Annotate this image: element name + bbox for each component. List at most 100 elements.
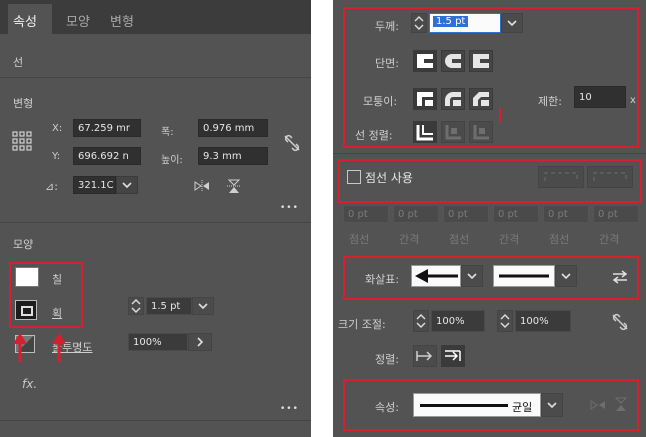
limit-field[interactable]: 10 [574, 86, 626, 108]
preserve-dash-button[interactable] [538, 166, 584, 188]
constrain-proportions-icon[interactable] [283, 134, 301, 152]
reference-point-icon[interactable] [12, 131, 32, 151]
weight-dropdown[interactable] [501, 13, 523, 33]
weight-value: 1.5 pt [433, 16, 469, 27]
stepper-icon [131, 299, 141, 313]
dash-field-3[interactable]: 0 pt [543, 205, 589, 223]
dash-align-icon [593, 172, 627, 181]
align-inside-button[interactable] [441, 121, 465, 143]
gap-caption-3: 간격 [599, 233, 620, 246]
dashed-line-checkbox[interactable] [347, 170, 361, 184]
stroke-weight-field[interactable]: 1.5 pt [146, 297, 192, 315]
round-join-button[interactable] [441, 88, 465, 110]
gap-field-1[interactable]: 0 pt [393, 205, 439, 223]
chevron-down-icon [198, 303, 208, 310]
angle-dropdown[interactable] [116, 176, 138, 194]
arrow-tip-place-icon [445, 350, 461, 361]
height-field[interactable]: 9.3 mm [198, 147, 268, 165]
dash-field-1[interactable]: 0 pt [343, 205, 389, 223]
start-scale-stepper[interactable] [413, 310, 429, 332]
end-scale-stepper[interactable] [497, 310, 513, 332]
gap-field-3[interactable]: 0 pt [593, 205, 639, 223]
chevron-down-icon [561, 273, 571, 280]
limit-suffix: x [630, 95, 636, 106]
stroke-weight-stepper[interactable] [128, 297, 144, 315]
width-field[interactable]: 0.976 mm [198, 119, 268, 137]
chevron-down-icon [122, 182, 132, 189]
bevel-join-button[interactable] [469, 88, 493, 110]
profile-dropdown[interactable] [541, 393, 563, 417]
opacity-field[interactable]: 100% [128, 333, 188, 351]
dash-field-2[interactable]: 0 pt [443, 205, 489, 223]
x-field[interactable]: 67.259 mr [73, 119, 141, 137]
align-center-icon [416, 125, 433, 141]
x-label: X: [52, 123, 63, 134]
profile-select[interactable]: 균일 [413, 393, 541, 417]
flip-horizontal-icon[interactable] [193, 180, 211, 192]
divider [0, 77, 311, 78]
round-cap-button[interactable] [441, 50, 465, 72]
stepper-icon [500, 314, 510, 328]
end-scale-field[interactable]: 100% [515, 310, 571, 332]
weight-stepper[interactable] [411, 13, 427, 33]
end-arrowhead-dropdown[interactable] [555, 265, 577, 287]
swap-arrowheads-icon[interactable] [611, 270, 629, 284]
arrow-tip-extend-icon [416, 351, 433, 361]
more-options-transform[interactable]: ••• [280, 203, 299, 213]
section-title-line: 선 [13, 56, 24, 69]
round-cap-icon [445, 54, 461, 68]
y-field[interactable]: 696.692 n [73, 147, 141, 165]
projecting-cap-icon [473, 54, 489, 68]
gap-field-2[interactable]: 0 pt [493, 205, 539, 223]
annotation-arrow-icon [12, 330, 28, 362]
fx-button[interactable]: fx. [22, 377, 37, 391]
opacity-more-button[interactable] [188, 333, 212, 351]
align-outside-button[interactable] [469, 121, 493, 143]
angle-field[interactable]: 321.1C [73, 176, 116, 194]
flip-profile-horizontal-icon[interactable] [589, 399, 607, 411]
tab-transform[interactable]: 변형 [110, 11, 134, 30]
annotation-arrow-icon [51, 330, 67, 362]
more-options-appearance[interactable]: ••• [280, 404, 299, 414]
start-arrowhead-select[interactable] [411, 265, 461, 287]
no-arrowhead-icon [499, 274, 549, 278]
cap-label: 단면: [375, 57, 399, 70]
butt-cap-button[interactable] [413, 50, 437, 72]
profile-label: 속성: [375, 401, 399, 414]
extend-arrow-tip-button[interactable] [413, 345, 437, 367]
chevron-down-icon [547, 402, 557, 409]
miter-join-button[interactable] [413, 88, 437, 110]
place-arrow-tip-button[interactable] [441, 345, 465, 367]
start-scale-field[interactable]: 100% [431, 310, 485, 332]
stroke-weight-dropdown[interactable] [192, 297, 214, 315]
align-center-button[interactable] [413, 121, 437, 143]
section-title-appearance: 모양 [13, 238, 34, 251]
miter-join-icon [417, 92, 433, 106]
flip-vertical-icon[interactable] [227, 178, 241, 194]
scale-label: 크기 조절: [338, 318, 386, 331]
start-arrowhead-dropdown[interactable] [461, 265, 483, 287]
dashed-line-label[interactable]: 점선 사용 [365, 169, 413, 186]
align-dash-button[interactable] [587, 166, 633, 188]
fill-stroke-highlight [9, 262, 83, 328]
butt-cap-icon [417, 54, 433, 68]
weight-field[interactable]: 1.5 pt [429, 13, 501, 33]
end-arrowhead-select[interactable] [493, 265, 555, 287]
bevel-join-icon [473, 92, 489, 106]
arrowhead-left-icon [415, 269, 458, 283]
stepper-icon [416, 314, 426, 328]
arrowheads-label: 화살표: [365, 273, 400, 286]
dash-caption-2: 점선 [449, 233, 470, 246]
arrange-label: 정렬: [375, 353, 399, 366]
gap-caption-2: 간격 [499, 233, 520, 246]
tab-appearance[interactable]: 모양 [66, 11, 90, 30]
round-join-icon [445, 92, 461, 106]
divider [333, 153, 646, 154]
projecting-cap-button[interactable] [469, 50, 493, 72]
flip-profile-vertical-icon[interactable] [614, 396, 628, 412]
weight-label: 두께: [375, 20, 399, 33]
link-scale-icon[interactable] [611, 313, 629, 331]
profile-value: 균일 [512, 401, 533, 414]
gap-caption-1: 간격 [399, 233, 420, 246]
height-label: 높이: [161, 155, 183, 166]
